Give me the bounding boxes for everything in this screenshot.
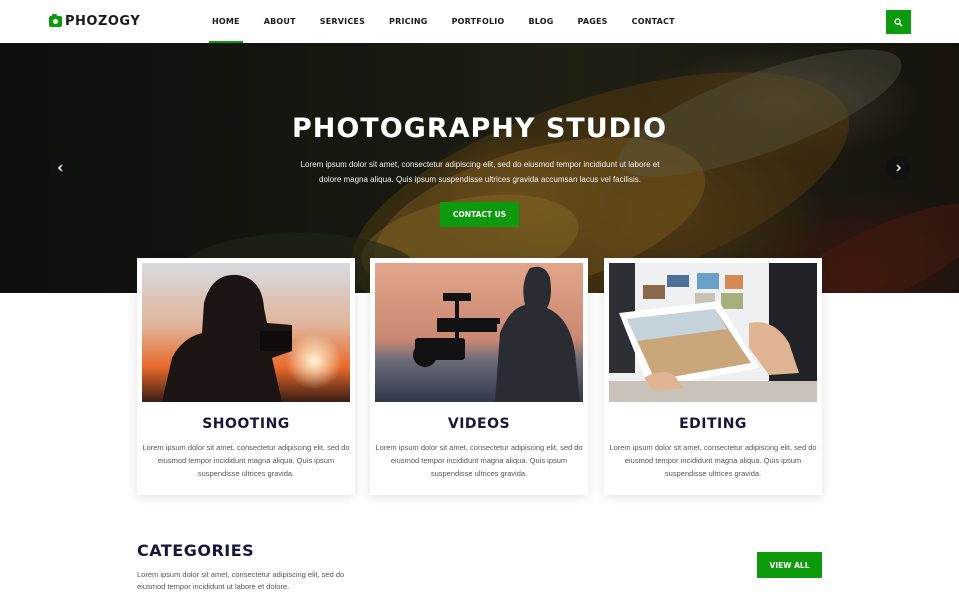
hero-title: PHOTOGRAPHY STUDIO bbox=[291, 113, 668, 144]
view-all-button[interactable]: VIEW ALL bbox=[757, 552, 822, 578]
search-icon bbox=[894, 17, 903, 27]
nav-item-contact[interactable]: CONTACT bbox=[620, 0, 687, 43]
brand-logo[interactable]: PHOZOGY bbox=[49, 14, 140, 29]
search-button[interactable] bbox=[886, 10, 911, 34]
service-card-editing[interactable]: EDITING Lorem ipsum dolor sit amet, cons… bbox=[604, 258, 822, 495]
editing-image bbox=[609, 263, 817, 402]
chevron-left-icon bbox=[57, 164, 63, 172]
main-nav: HOME ABOUT SERVICES PRICING PORTFOLIO BL… bbox=[200, 0, 687, 43]
nav-item-home[interactable]: HOME bbox=[200, 0, 252, 43]
categories-heading: CATEGORIES bbox=[137, 541, 255, 560]
service-description: Lorem ipsum dolor sit amet, consectetur … bbox=[609, 443, 817, 478]
service-card-videos[interactable]: VIDEOS Lorem ipsum dolor sit amet, conse… bbox=[370, 258, 588, 495]
nav-item-blog[interactable]: BLOG bbox=[516, 0, 565, 43]
service-title: SHOOTING bbox=[202, 416, 290, 432]
service-description: Lorem ipsum dolor sit amet, consectetur … bbox=[142, 443, 350, 478]
slider-next-button[interactable] bbox=[886, 156, 910, 180]
brand-name: PHOZOGY bbox=[65, 14, 141, 29]
contact-us-button[interactable]: CONTACT US bbox=[440, 202, 519, 227]
nav-item-services[interactable]: SERVICES bbox=[308, 0, 377, 43]
categories-description: Lorem ipsum dolor sit amet, consectetur … bbox=[137, 570, 345, 591]
nav-item-pricing[interactable]: PRICING bbox=[377, 0, 440, 43]
site-header: PHOZOGY HOME ABOUT SERVICES PRICING PORT… bbox=[0, 0, 959, 43]
shooting-image bbox=[142, 263, 350, 402]
videos-image bbox=[375, 263, 583, 402]
hero-slider: PHOTOGRAPHY STUDIO Lorem ipsum dolor sit… bbox=[0, 43, 959, 293]
nav-item-pages[interactable]: PAGES bbox=[566, 0, 620, 43]
camera-icon bbox=[49, 14, 62, 27]
service-title: EDITING bbox=[679, 416, 747, 432]
service-card-shooting[interactable]: SHOOTING Lorem ipsum dolor sit amet, con… bbox=[137, 258, 355, 495]
nav-item-portfolio[interactable]: PORTFOLIO bbox=[440, 0, 517, 43]
nav-item-about[interactable]: ABOUT bbox=[252, 0, 308, 43]
service-description: Lorem ipsum dolor sit amet, consectetur … bbox=[375, 443, 583, 478]
slider-prev-button[interactable] bbox=[49, 156, 73, 180]
hero-description: Lorem ipsum dolor sit amet, consectetur … bbox=[300, 160, 660, 184]
service-title: VIDEOS bbox=[447, 416, 511, 432]
chevron-right-icon bbox=[896, 164, 902, 172]
